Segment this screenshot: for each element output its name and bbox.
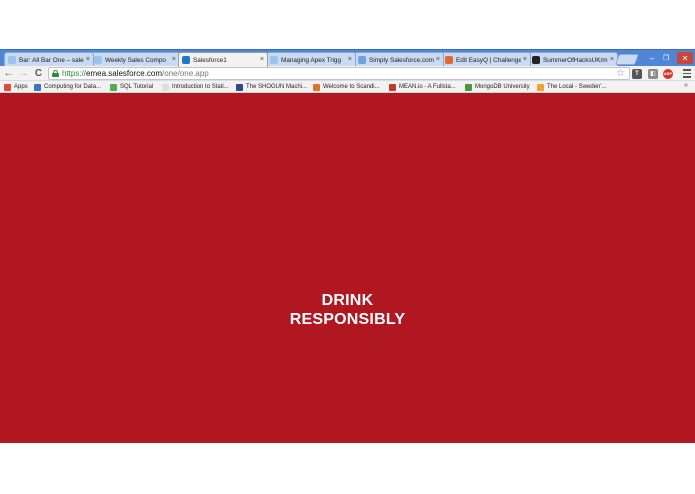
- tab-2[interactable]: Weekly Sales Compo ×: [90, 52, 180, 67]
- tab-title: SummerOfHacksUK/m: [543, 56, 608, 64]
- tab-close-icon[interactable]: ×: [436, 56, 440, 64]
- chrome-menu-icon[interactable]: [683, 69, 691, 78]
- tab-title: Edit EasyQ | Challenge: [456, 56, 521, 64]
- page-icon: [162, 83, 169, 91]
- url-host: emea.salesforce.com: [86, 69, 163, 78]
- bookmark-item[interactable]: Computing for Data...: [34, 82, 101, 92]
- tab-close-icon[interactable]: ×: [260, 56, 264, 64]
- tab-4[interactable]: Managing Apex Trigg ×: [266, 52, 356, 67]
- bookmark-item[interactable]: The SHOGUN Machi...: [236, 82, 307, 92]
- bookmarks-overflow-button[interactable]: »: [684, 82, 688, 89]
- tab-5[interactable]: Simply Salesforce.com ×: [354, 52, 444, 67]
- bookmark-site-icon: [34, 83, 41, 91]
- tab-close-icon[interactable]: ×: [172, 56, 176, 64]
- splash-line-1: DRINK: [321, 292, 374, 309]
- bookmark-item[interactable]: The Local - Sweden'...: [537, 82, 607, 92]
- thelocal-icon: [537, 83, 544, 91]
- bookmark-label: Welcome to Scandi...: [323, 84, 380, 90]
- new-tab-button[interactable]: [614, 54, 640, 65]
- adblock-extension-icon[interactable]: ABP: [663, 69, 673, 79]
- bookmark-item[interactable]: Introduction to Stati...: [162, 82, 229, 92]
- forward-button[interactable]: →: [17, 67, 30, 80]
- splash-line-2: RESPONSIBLY: [289, 311, 406, 328]
- tab-title: Simply Salesforce.com: [369, 56, 434, 64]
- bookmark-label: SQL Tutorial: [120, 84, 154, 90]
- bookmark-label: MEAN.io - A Fullsta...: [399, 84, 456, 90]
- bookmark-label: The Local - Sweden'...: [547, 84, 607, 90]
- bookmarks-bar: The Local - Sweden'... MongoDB University…: [0, 81, 695, 93]
- salesforce-cloud-icon: [270, 56, 278, 64]
- splash-message: DRINK RESPONSIBLY: [0, 291, 695, 329]
- salesforce-cloud-icon: [94, 56, 102, 64]
- bookmark-item[interactable]: SQL Tutorial: [110, 82, 153, 92]
- bookmark-label: Computing for Data...: [44, 84, 102, 90]
- tab-close-icon[interactable]: ×: [86, 56, 90, 64]
- salesforce1-app-splash: DRINK RESPONSIBLY: [0, 94, 695, 443]
- simply-salesforce-icon: [358, 56, 366, 64]
- scandi-icon: [313, 83, 320, 91]
- salesforce1-icon: [182, 56, 190, 64]
- tab-strip: SummerOfHacksUK/m × Edit EasyQ | Challenge…: [0, 49, 695, 67]
- bookmark-label: The SHOGUN Machi...: [246, 84, 308, 90]
- secure-lock-icon: [52, 70, 59, 77]
- tab-title: Weekly Sales Compo: [105, 56, 166, 64]
- tab-6[interactable]: Edit EasyQ | Challenge ×: [441, 52, 531, 67]
- pocket-extension-icon[interactable]: ◧: [648, 69, 658, 79]
- minimize-button[interactable]: –: [645, 52, 659, 64]
- url-scheme: https://: [62, 69, 87, 78]
- salesforce-cloud-icon: [8, 56, 16, 64]
- bookmark-label: MongoDB University: [475, 84, 530, 90]
- tab-title: Salesforce1: [193, 56, 227, 64]
- tab-close-icon[interactable]: ×: [348, 56, 352, 64]
- url-path: /one/one.app: [162, 69, 209, 78]
- browser-window: SummerOfHacksUK/m × Edit EasyQ | Challenge…: [0, 49, 695, 443]
- shogun-icon: [236, 83, 243, 91]
- tab-title: Managing Apex Trigg: [281, 56, 342, 64]
- github-icon: [532, 56, 540, 64]
- back-button[interactable]: ←: [2, 67, 15, 80]
- bookmark-item[interactable]: MongoDB University: [465, 82, 530, 92]
- tab-close-icon[interactable]: ×: [610, 56, 614, 64]
- browser-toolbar: ← → C https:// emea.salesforce.com /one/…: [0, 66, 695, 81]
- tab-7[interactable]: SummerOfHacksUK/m ×: [528, 52, 618, 67]
- devpost-icon: [445, 56, 453, 64]
- address-bar[interactable]: https:// emea.salesforce.com /one/one.ap…: [48, 67, 630, 80]
- mongodb-leaf-icon: [465, 83, 472, 91]
- bookmark-item[interactable]: MEAN.io - A Fullsta...: [389, 82, 456, 92]
- bookmark-item[interactable]: Apps: [4, 82, 28, 92]
- tab-title: Bar: All Bar One – sale: [19, 56, 84, 64]
- tab-3[interactable]: Salesforce1 ×: [178, 52, 268, 67]
- bookmark-label: Apps: [14, 84, 28, 90]
- mean-icon: [389, 83, 396, 91]
- w3schools-icon: [110, 83, 117, 91]
- bookmark-star-icon[interactable]: ☆: [616, 67, 625, 80]
- todoist-extension-icon[interactable]: T: [632, 69, 642, 79]
- bookmark-label: Introduction to Stati...: [172, 84, 229, 90]
- bookmark-item[interactable]: Welcome to Scandi...: [313, 82, 380, 92]
- apps-grid-icon: [4, 83, 11, 91]
- close-window-button[interactable]: ✕: [677, 52, 693, 64]
- tab-close-icon[interactable]: ×: [523, 56, 527, 64]
- maximize-button[interactable]: ❐: [659, 52, 673, 64]
- tab-1[interactable]: Bar: All Bar One – sale ×: [4, 52, 94, 67]
- screenshot: SummerOfHacksUK/m × Edit EasyQ | Challenge…: [0, 0, 695, 494]
- reload-button[interactable]: C: [32, 67, 45, 80]
